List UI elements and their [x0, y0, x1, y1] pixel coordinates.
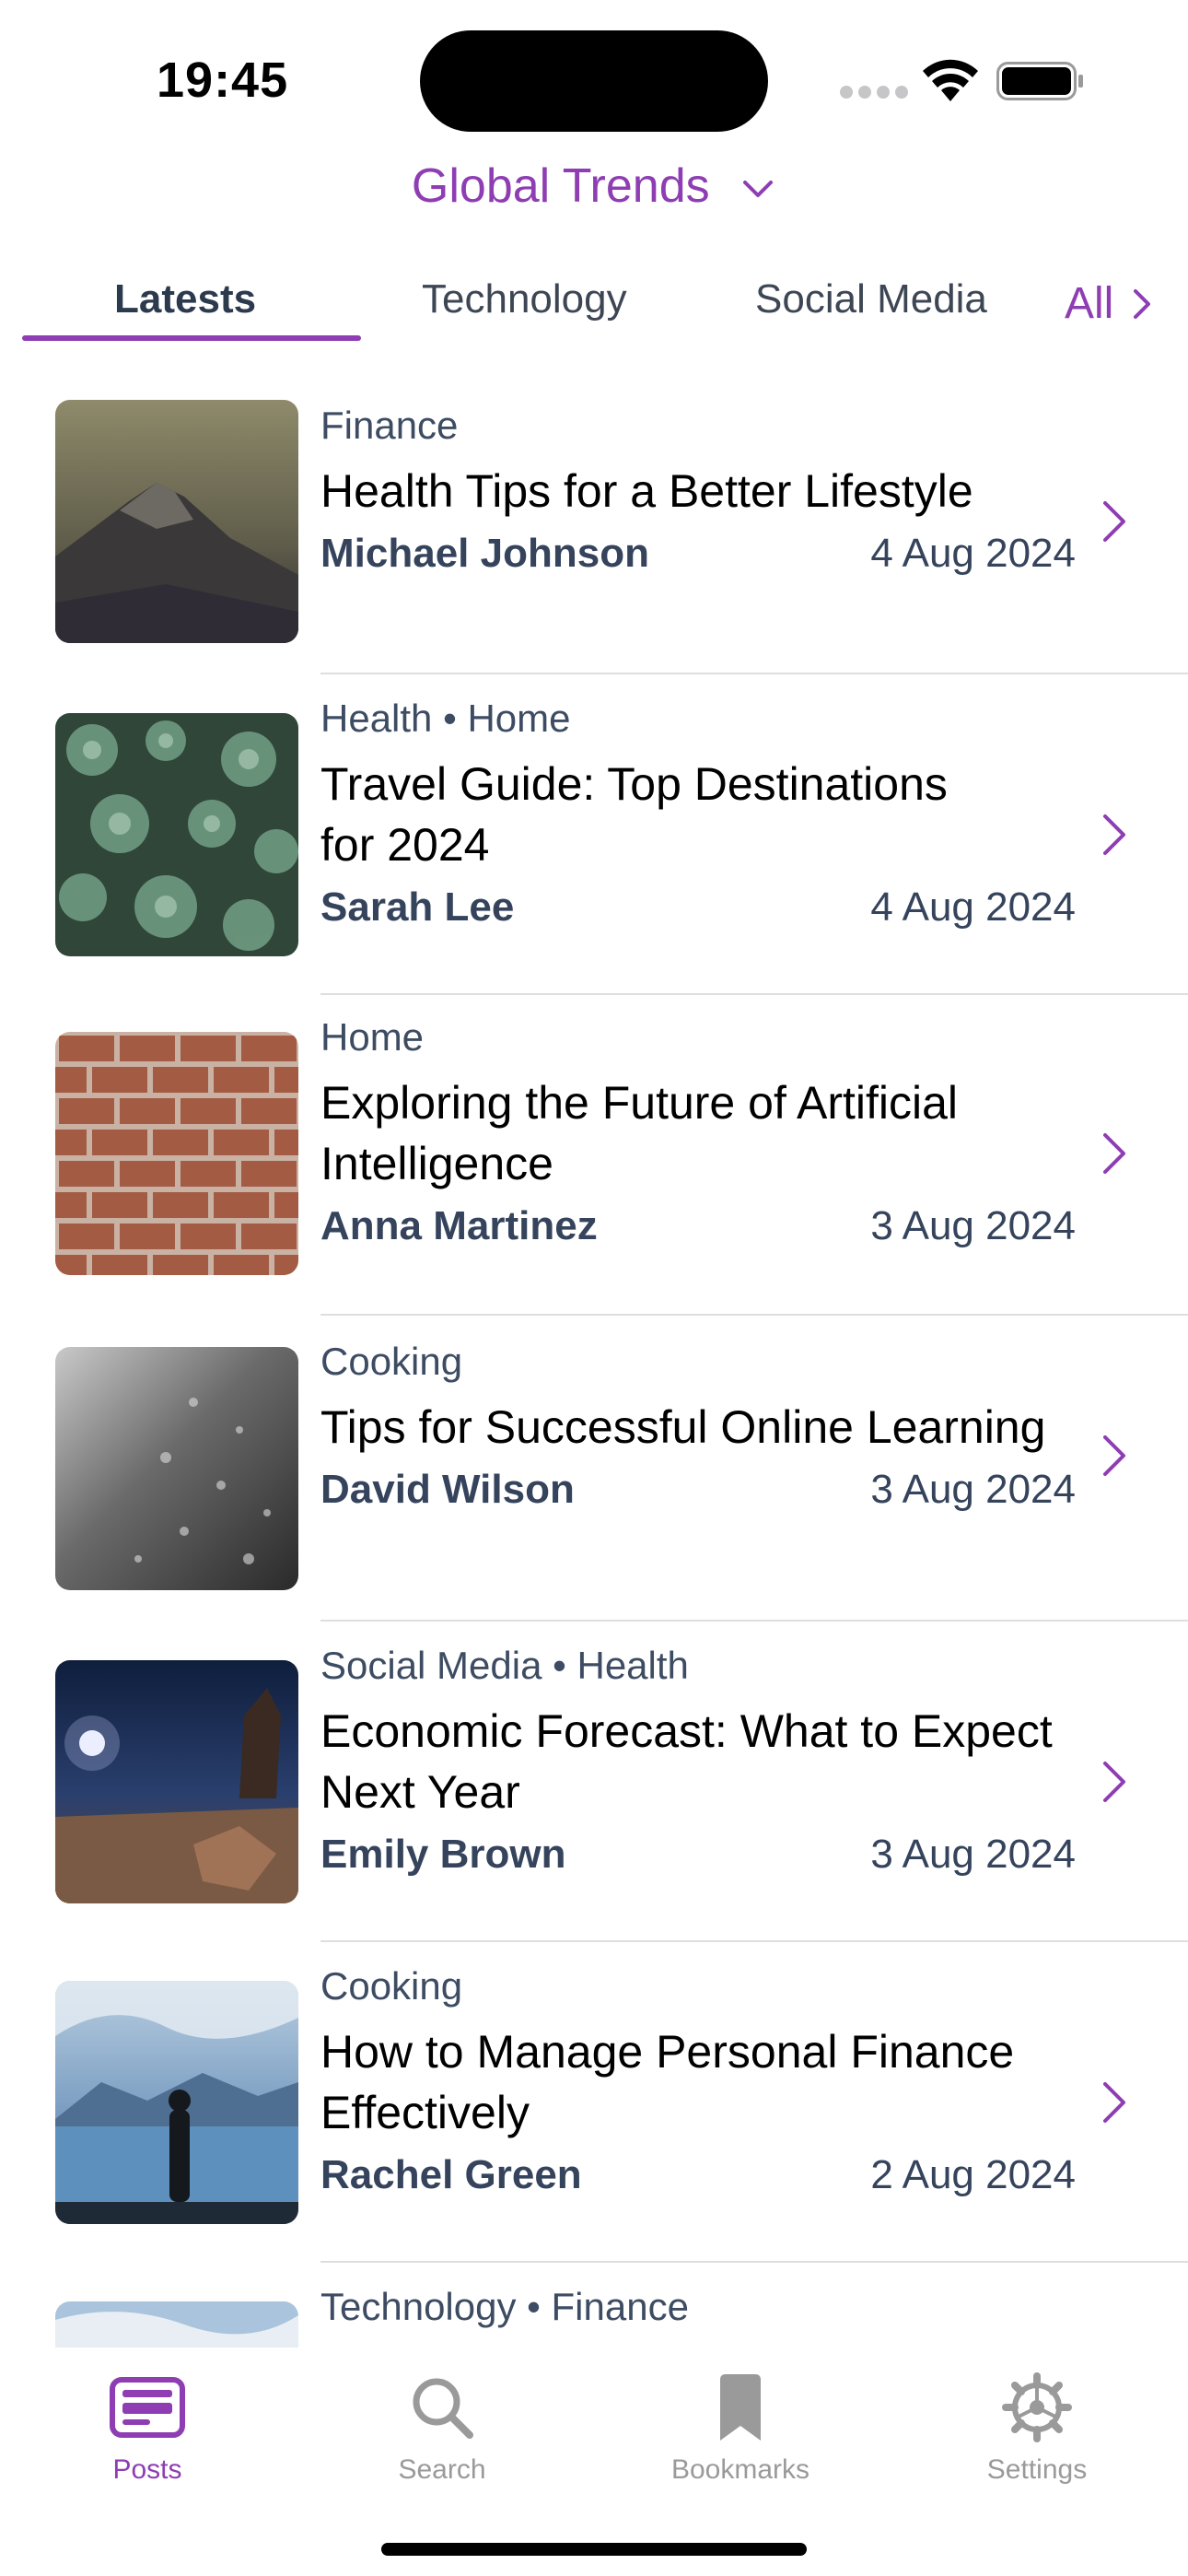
tabbar-search[interactable]: Search	[350, 2366, 534, 2486]
post-thumbnail	[55, 2301, 298, 2349]
post-author: David Wilson	[320, 1467, 575, 1512]
list-item[interactable]: Social Media • Health Economic Forecast:…	[0, 1622, 1188, 1942]
search-icon	[413, 2378, 473, 2439]
post-meta: David Wilson 3 Aug 2024	[320, 1467, 1076, 1522]
post-thumbnail	[55, 713, 298, 956]
bottom-tab-bar: Posts Search Bookmarks Settings	[0, 2348, 1188, 2576]
chevron-right-icon	[1103, 1133, 1125, 1174]
category-tabs: Latests Technology Social Media All	[0, 267, 1188, 341]
dynamic-island	[420, 30, 768, 132]
tab-all-button[interactable]: All	[1065, 278, 1154, 329]
post-date: 4 Aug 2024	[870, 531, 1076, 576]
post-category: Health • Home	[320, 697, 571, 740]
list-item[interactable]: Cooking Tips for Successful Online Learn…	[0, 1316, 1188, 1622]
app-screen: 19:45 Global Trends Latests Technology S…	[0, 0, 1188, 2576]
bookmark-icon	[720, 2374, 761, 2441]
post-category: Finance	[320, 404, 459, 447]
post-text: Health • Home Travel Guide: Top Destinat…	[320, 693, 1076, 940]
chevron-right-icon	[1103, 814, 1125, 855]
list-item[interactable]: Home Exploring the Future of Artificial …	[0, 995, 1188, 1316]
feed-selector-button[interactable]: Global Trends	[0, 158, 1188, 214]
post-category: Technology • Finance	[320, 2285, 689, 2328]
post-text: Finance Health Tips for a Better Lifesty…	[320, 400, 1076, 586]
post-thumbnail	[55, 400, 298, 643]
post-thumbnail	[55, 1981, 298, 2224]
post-title: Travel Guide: Top Destinations for 2024	[320, 758, 948, 871]
post-title: Tips for Successful Online Learning	[320, 1401, 1046, 1453]
post-title: Health Tips for a Better Lifestyle	[320, 465, 973, 517]
post-category: Social Media • Health	[320, 1644, 689, 1687]
chevron-right-icon	[1103, 501, 1125, 542]
list-item[interactable]: Health • Home Travel Guide: Top Destinat…	[0, 674, 1188, 995]
cellular-signal-icon	[840, 86, 908, 99]
list-item[interactable]: Technology • Finance	[0, 2263, 1188, 2349]
post-date: 3 Aug 2024	[870, 1203, 1076, 1248]
chevron-right-icon	[1103, 1762, 1125, 1802]
post-text: Home Exploring the Future of Artificial …	[320, 1012, 1076, 1259]
post-meta: Emily Brown 3 Aug 2024	[320, 1832, 1076, 1887]
post-category: Home	[320, 1015, 425, 1059]
post-text: Cooking How to Manage Personal Finance E…	[320, 1961, 1076, 2207]
post-list[interactable]: Finance Health Tips for a Better Lifesty…	[0, 369, 1188, 2349]
tabbar-bookmarks[interactable]: Bookmarks	[648, 2366, 833, 2486]
chevron-right-icon	[1103, 1435, 1125, 1476]
post-category: Cooking	[320, 1340, 463, 1383]
tabbar-settings[interactable]: Settings	[945, 2366, 1129, 2486]
chevron-right-icon	[1103, 2082, 1125, 2123]
post-date: 3 Aug 2024	[870, 1467, 1076, 1512]
post-text: Technology • Finance	[320, 2281, 1076, 2333]
list-item[interactable]: Cooking How to Manage Personal Finance E…	[0, 1942, 1188, 2263]
post-meta: Anna Martinez 3 Aug 2024	[320, 1203, 1076, 1259]
tabbar-label: Posts	[112, 2454, 182, 2485]
tab-all-label: All	[1065, 279, 1114, 328]
post-date: 4 Aug 2024	[870, 884, 1076, 930]
post-thumbnail	[55, 1660, 298, 1903]
post-text: Social Media • Health Economic Forecast:…	[320, 1640, 1076, 1887]
tabbar-label: Bookmarks	[670, 2454, 810, 2485]
active-tab-indicator	[22, 335, 361, 341]
post-date: 3 Aug 2024	[870, 1832, 1076, 1877]
wifi-icon	[923, 59, 978, 101]
chevron-down-icon	[743, 181, 774, 198]
post-title: How to Manage Personal Finance Effective…	[320, 2026, 1015, 2138]
post-meta: Sarah Lee 4 Aug 2024	[320, 884, 1076, 940]
tabbar-label: Settings	[986, 2454, 1088, 2485]
chevron-right-icon	[1134, 288, 1151, 319]
post-author: Emily Brown	[320, 1832, 566, 1877]
post-title: Economic Forecast: What to Expect Next Y…	[320, 1705, 1053, 1818]
post-meta: Rachel Green 2 Aug 2024	[320, 2152, 1076, 2207]
post-author: Michael Johnson	[320, 531, 649, 576]
post-date: 2 Aug 2024	[870, 2152, 1076, 2197]
tab-social-media[interactable]: Social Media	[755, 276, 987, 322]
post-category: Cooking	[320, 1964, 463, 2008]
post-thumbnail	[55, 1347, 298, 1590]
list-item[interactable]: Finance Health Tips for a Better Lifesty…	[0, 369, 1188, 674]
gear-icon	[1002, 2372, 1072, 2442]
post-author: Rachel Green	[320, 2152, 582, 2197]
post-meta: Michael Johnson 4 Aug 2024	[320, 531, 1076, 586]
status-bar: 19:45	[0, 0, 1188, 147]
home-indicator[interactable]	[381, 2543, 807, 2556]
post-author: Sarah Lee	[320, 884, 515, 930]
tabbar-posts[interactable]: Posts	[55, 2366, 239, 2486]
tab-technology[interactable]: Technology	[422, 276, 627, 322]
status-time: 19:45	[157, 53, 289, 108]
posts-icon	[110, 2377, 185, 2438]
battery-icon	[996, 62, 1083, 100]
post-title: Exploring the Future of Artificial Intel…	[320, 1077, 958, 1189]
post-text: Cooking Tips for Successful Online Learn…	[320, 1336, 1076, 1522]
post-thumbnail	[55, 1032, 298, 1275]
tab-latests[interactable]: Latests	[114, 276, 256, 322]
tabbar-label: Search	[398, 2454, 486, 2485]
feed-title: Global Trends	[411, 159, 710, 213]
post-author: Anna Martinez	[320, 1203, 598, 1248]
